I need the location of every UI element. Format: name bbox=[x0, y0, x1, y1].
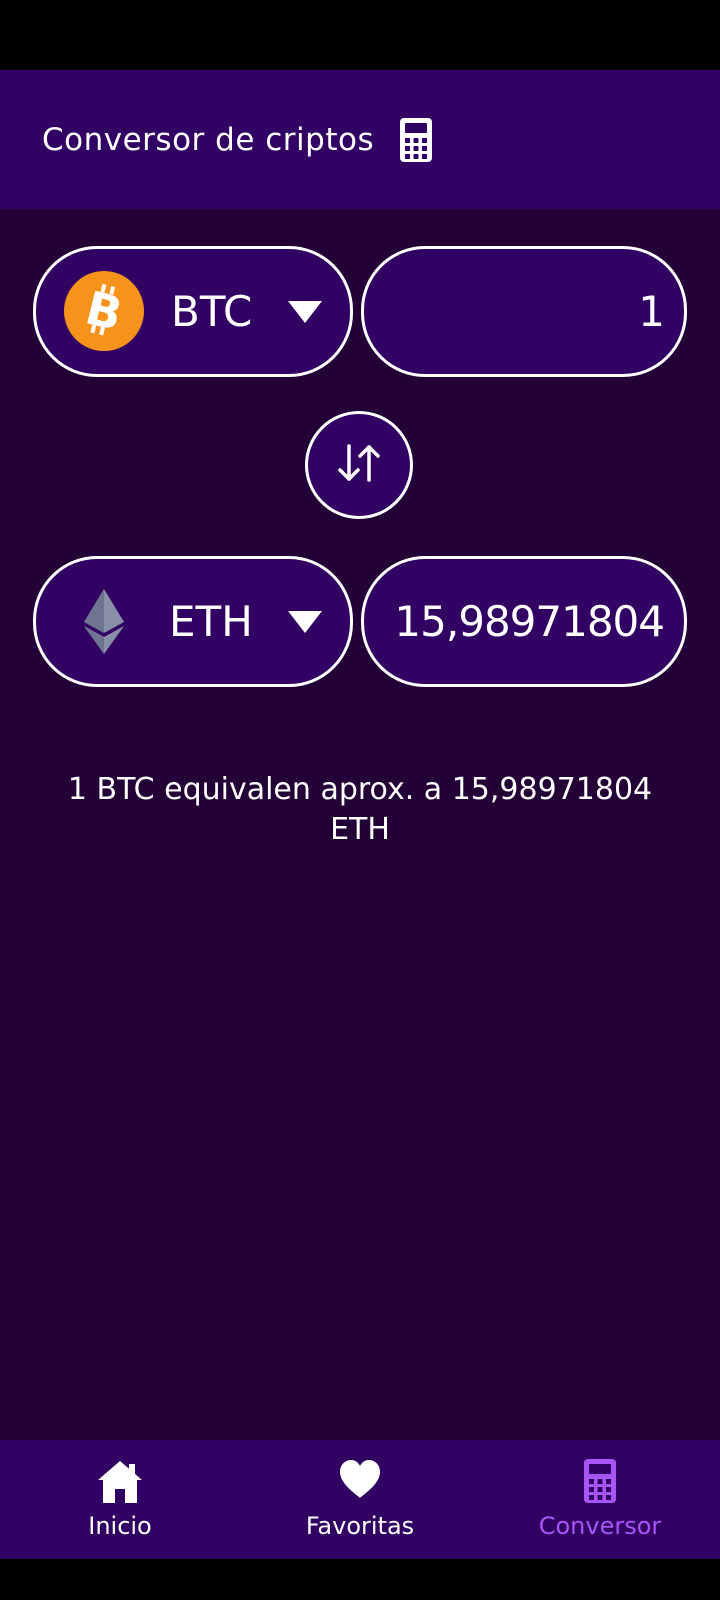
to-currency-selector[interactable]: ETH bbox=[33, 556, 353, 687]
app-bar: Conversor de criptos bbox=[0, 70, 720, 209]
from-amount-value: 1 bbox=[638, 287, 665, 336]
bottom-navigation: Inicio Favoritas Conversor bbox=[0, 1440, 720, 1559]
nav-item-favoritas[interactable]: Favoritas bbox=[260, 1458, 460, 1540]
from-currency-code: BTC bbox=[171, 287, 253, 336]
ethereum-icon bbox=[64, 581, 144, 661]
status-bar bbox=[0, 0, 720, 70]
nav-label-favoritas: Favoritas bbox=[305, 1512, 415, 1540]
bitcoin-icon: B bbox=[64, 271, 144, 351]
system-navigation-bar bbox=[0, 1559, 720, 1600]
to-amount-value: 15,98971804 bbox=[394, 597, 665, 646]
nav-label-inicio: Inicio bbox=[88, 1512, 152, 1540]
conversion-result: 1 BTC equivalen aprox. a 15,98971804 ETH bbox=[67, 772, 653, 847]
page-title: Conversor de criptos bbox=[42, 121, 375, 158]
chevron-down-icon bbox=[288, 611, 322, 633]
nav-item-conversor[interactable]: Conversor bbox=[500, 1458, 700, 1540]
from-amount-field[interactable]: 1 bbox=[361, 246, 687, 377]
heart-icon bbox=[260, 1458, 460, 1506]
nav-label-conversor: Conversor bbox=[538, 1512, 662, 1540]
to-currency-code: ETH bbox=[169, 597, 253, 646]
swap-vertical-icon bbox=[336, 443, 382, 487]
calculator-icon bbox=[400, 117, 433, 162]
from-currency-selector[interactable]: B BTC bbox=[33, 246, 353, 377]
nav-item-inicio[interactable]: Inicio bbox=[20, 1458, 220, 1540]
swap-button[interactable] bbox=[305, 411, 413, 519]
home-icon bbox=[20, 1458, 220, 1506]
converter-panel: B BTC 1 ETH 15,98971804 1 BTC equivalen … bbox=[0, 209, 720, 1440]
calculator-icon bbox=[500, 1458, 700, 1506]
chevron-down-icon bbox=[288, 301, 322, 323]
to-amount-field[interactable]: 15,98971804 bbox=[361, 556, 687, 687]
